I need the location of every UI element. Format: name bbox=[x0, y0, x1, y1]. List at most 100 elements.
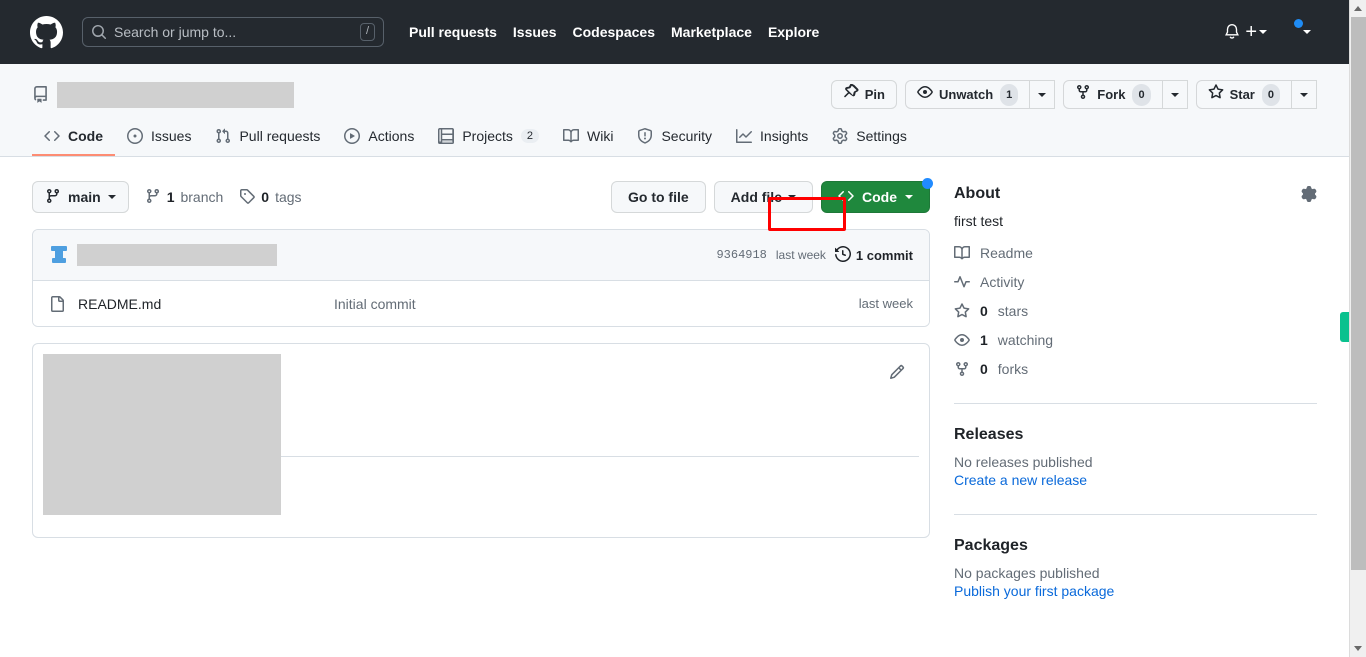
repository-name-redacted[interactable] bbox=[57, 81, 294, 108]
star-icon bbox=[1208, 83, 1224, 106]
star-dropdown-toggle[interactable] bbox=[1291, 80, 1317, 109]
sidebar-item-watching[interactable]: 1 watching bbox=[954, 332, 1317, 348]
eye-icon bbox=[954, 332, 970, 348]
tab-wiki[interactable]: Wiki bbox=[551, 121, 625, 156]
packages-empty-text: No packages published bbox=[954, 565, 1100, 581]
fork-button[interactable]: Fork 0 bbox=[1063, 80, 1162, 109]
tag-count-label: tags bbox=[275, 189, 302, 205]
commit-sha[interactable]: 9364918 bbox=[716, 248, 766, 262]
gear-icon bbox=[832, 128, 848, 144]
pin-icon bbox=[843, 83, 859, 106]
book-icon bbox=[954, 245, 970, 261]
commit-author-avatar[interactable] bbox=[49, 245, 69, 265]
account-menu[interactable] bbox=[1271, 19, 1311, 43]
star-button[interactable]: Star 0 bbox=[1195, 80, 1291, 109]
nav-issues[interactable]: Issues bbox=[513, 24, 557, 40]
table-icon bbox=[438, 128, 455, 144]
tab-projects[interactable]: Projects 2 bbox=[426, 121, 551, 156]
page-root: Search or jump to... / Pull requests Iss… bbox=[0, 0, 1366, 657]
branch-selector[interactable]: main bbox=[32, 181, 129, 213]
tag-count-link[interactable]: 0 tags bbox=[239, 188, 302, 207]
create-new-menu[interactable]: + bbox=[1245, 22, 1267, 42]
readme-horizontal-rule bbox=[281, 456, 919, 457]
tag-count: 0 bbox=[261, 189, 270, 205]
unwatch-button[interactable]: Unwatch 1 bbox=[904, 80, 1030, 109]
table-row[interactable]: README.md Initial commit last week bbox=[33, 281, 929, 326]
chevron-down-icon bbox=[788, 195, 796, 199]
gear-icon[interactable] bbox=[1301, 186, 1317, 202]
pencil-icon[interactable] bbox=[889, 364, 905, 380]
repository-tabs: Code Issues Pull requests Actions Projec… bbox=[32, 121, 1317, 156]
file-name[interactable]: README.md bbox=[78, 296, 334, 312]
chevron-down-icon bbox=[1170, 92, 1179, 97]
nav-pull-requests[interactable]: Pull requests bbox=[409, 24, 497, 40]
watch-button-group: Unwatch 1 bbox=[904, 80, 1056, 109]
add-file-button[interactable]: Add file bbox=[713, 181, 813, 213]
sidebar-divider-2 bbox=[954, 514, 1317, 515]
sidebar-watching-label: watching bbox=[997, 332, 1054, 348]
file-commit-message[interactable]: Initial commit bbox=[334, 296, 859, 312]
tab-insights[interactable]: Insights bbox=[724, 121, 820, 156]
scroll-up-arrow-icon[interactable] bbox=[1354, 6, 1362, 11]
search-placeholder: Search or jump to... bbox=[114, 24, 237, 40]
code-icon bbox=[44, 128, 60, 144]
tab-projects-label: Projects bbox=[462, 128, 513, 144]
commit-author-redacted[interactable] bbox=[77, 244, 277, 266]
fork-dropdown-toggle[interactable] bbox=[1161, 80, 1188, 109]
readme-content-redacted bbox=[43, 354, 281, 515]
fork-label: Fork bbox=[1097, 86, 1126, 102]
page-side-tab[interactable] bbox=[1340, 312, 1349, 342]
tab-settings[interactable]: Settings bbox=[820, 121, 919, 156]
pin-label: Pin bbox=[864, 86, 885, 102]
pin-button[interactable]: Pin bbox=[830, 80, 897, 109]
commit-time: last week bbox=[775, 248, 826, 262]
star-button-group: Star 0 bbox=[1195, 80, 1317, 109]
releases-title: Releases bbox=[954, 426, 1024, 443]
branch-count-link[interactable]: 1 branch bbox=[145, 188, 223, 207]
tab-actions-label: Actions bbox=[368, 128, 415, 144]
sidebar-activity-label: Activity bbox=[980, 274, 1025, 290]
publish-package-link[interactable]: Publish your first package bbox=[954, 583, 1317, 599]
sidebar-item-stars[interactable]: 0 stars bbox=[954, 303, 1317, 319]
sidebar-item-forks[interactable]: 0 forks bbox=[954, 361, 1317, 377]
browser-scrollbar[interactable] bbox=[1349, 0, 1366, 657]
commit-meta: 9364918 last week 1 commit bbox=[716, 245, 913, 265]
tab-security[interactable]: Security bbox=[625, 121, 724, 156]
chevron-down-icon bbox=[1038, 92, 1047, 97]
tab-issues[interactable]: Issues bbox=[115, 121, 203, 156]
header-right-actions: + bbox=[1223, 19, 1333, 43]
chevron-down-icon bbox=[107, 195, 116, 199]
watch-count: 1 bbox=[1000, 83, 1019, 106]
bell-icon[interactable] bbox=[1223, 23, 1241, 41]
scroll-down-arrow-icon[interactable] bbox=[1354, 646, 1362, 651]
tab-pull-requests[interactable]: Pull requests bbox=[203, 121, 332, 156]
tab-actions[interactable]: Actions bbox=[332, 121, 426, 156]
commit-count-link[interactable]: 1 commit bbox=[834, 245, 913, 265]
code-button[interactable]: Code bbox=[821, 178, 933, 213]
sidebar-item-readme[interactable]: Readme bbox=[954, 245, 1317, 261]
tag-icon bbox=[239, 188, 256, 207]
github-mark-icon[interactable] bbox=[30, 15, 63, 49]
nav-marketplace[interactable]: Marketplace bbox=[671, 24, 752, 40]
shield-icon bbox=[637, 128, 653, 144]
go-to-file-button[interactable]: Go to file bbox=[610, 181, 706, 213]
avatar bbox=[1279, 19, 1303, 43]
star-label: Star bbox=[1229, 86, 1255, 102]
search-input[interactable]: Search or jump to... / bbox=[82, 17, 384, 47]
scrollbar-thumb[interactable] bbox=[1351, 17, 1366, 570]
repository-content-column: main 1 branch 0 tags Go to file Add file… bbox=[32, 178, 933, 599]
nav-codespaces[interactable]: Codespaces bbox=[573, 24, 655, 40]
create-release-link[interactable]: Create a new release bbox=[954, 472, 1317, 488]
sidebar-item-activity[interactable]: Activity bbox=[954, 274, 1317, 290]
tab-code[interactable]: Code bbox=[32, 121, 115, 156]
fork-icon bbox=[1075, 84, 1091, 106]
history-icon bbox=[834, 245, 851, 265]
fork-count: 0 bbox=[1132, 83, 1151, 106]
watch-dropdown-toggle[interactable] bbox=[1029, 80, 1056, 109]
nav-explore[interactable]: Explore bbox=[768, 24, 819, 40]
tab-wiki-label: Wiki bbox=[587, 128, 614, 144]
about-title: About bbox=[954, 185, 1001, 202]
star-icon bbox=[954, 303, 970, 319]
file-navigation-actions: Go to file Add file Code bbox=[610, 178, 933, 213]
browser-viewport: Search or jump to... / Pull requests Iss… bbox=[0, 0, 1349, 657]
